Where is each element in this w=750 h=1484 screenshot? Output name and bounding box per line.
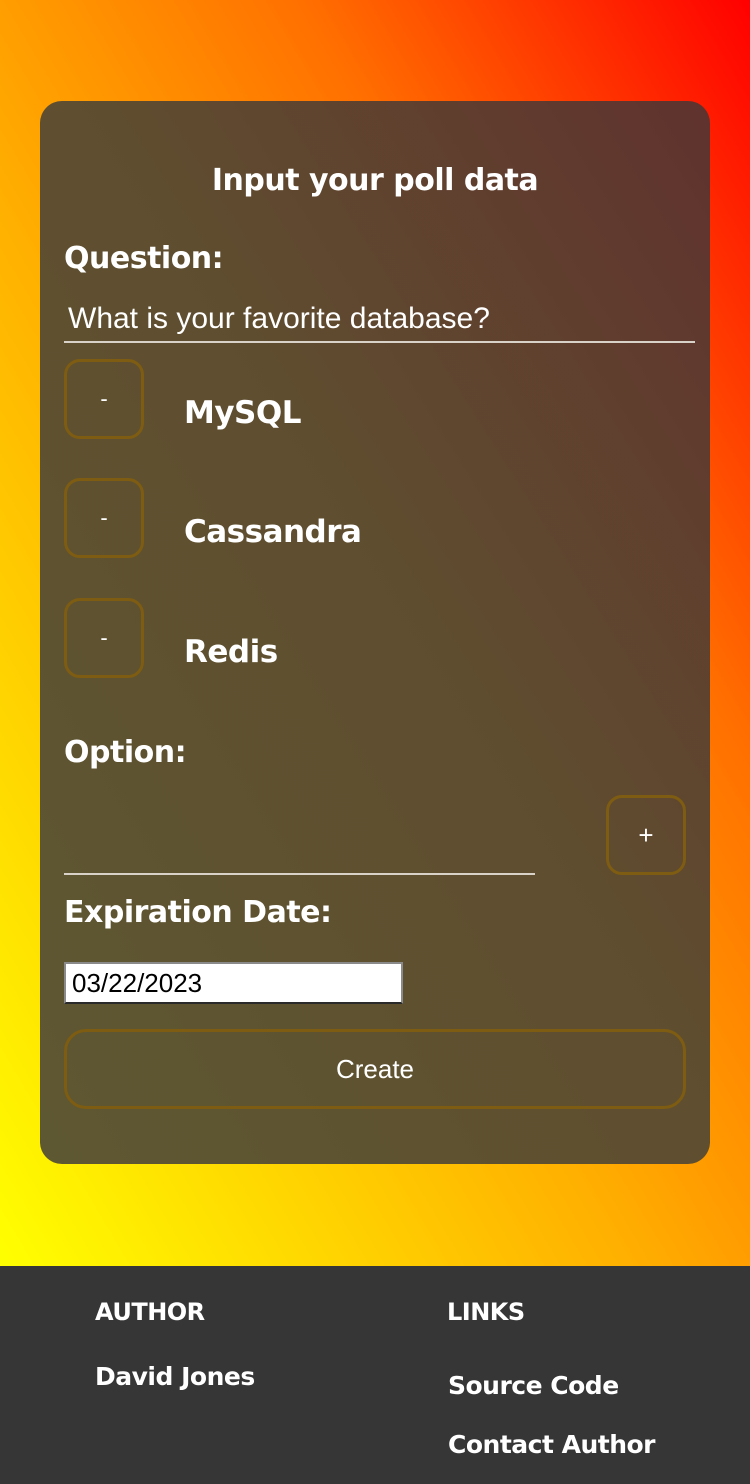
form-title: Input your poll data bbox=[211, 163, 539, 198]
poll-form-card: Input your poll data Question: - MySQL -… bbox=[40, 101, 710, 1164]
links-heading: LINKS bbox=[447, 1298, 525, 1326]
add-option-button[interactable]: + bbox=[606, 795, 686, 875]
author-name: David Jones bbox=[95, 1362, 255, 1391]
option-item: - Redis bbox=[64, 598, 684, 678]
author-heading: AUTHOR bbox=[95, 1298, 205, 1326]
question-input[interactable] bbox=[64, 297, 695, 343]
remove-option-button[interactable]: - bbox=[64, 359, 144, 439]
option-text: MySQL bbox=[184, 395, 302, 431]
question-label: Question: bbox=[64, 241, 224, 276]
option-text: Redis bbox=[184, 634, 278, 670]
expiration-label: Expiration Date: bbox=[64, 895, 332, 930]
footer: AUTHOR David Jones LINKS Source Code Con… bbox=[0, 1266, 750, 1484]
remove-option-button[interactable]: - bbox=[64, 478, 144, 558]
option-input[interactable] bbox=[64, 837, 535, 875]
option-text: Cassandra bbox=[184, 514, 362, 550]
expiration-date-input[interactable] bbox=[64, 962, 403, 1004]
create-button[interactable]: Create bbox=[64, 1029, 686, 1109]
option-label: Option: bbox=[64, 735, 187, 770]
contact-author-link[interactable]: Contact Author bbox=[448, 1430, 656, 1459]
option-item: - Cassandra bbox=[64, 478, 684, 558]
option-item: - MySQL bbox=[64, 359, 684, 439]
source-code-link[interactable]: Source Code bbox=[448, 1371, 619, 1400]
remove-option-button[interactable]: - bbox=[64, 598, 144, 678]
